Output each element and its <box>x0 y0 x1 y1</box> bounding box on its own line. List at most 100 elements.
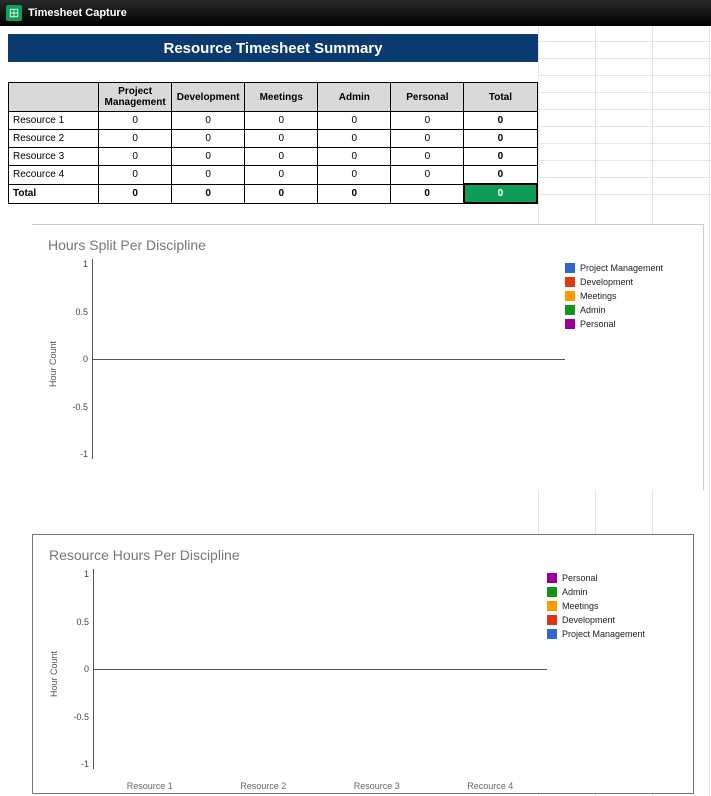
legend-swatch-icon <box>547 615 557 625</box>
legend-label: Personal <box>580 319 616 329</box>
row-header[interactable]: Recource 4 <box>9 166 99 185</box>
cell[interactable]: 0 <box>99 112 172 130</box>
cell[interactable]: 0 <box>245 148 318 166</box>
chart-legend: Personal Admin Meetings Development Project … <box>547 569 677 779</box>
legend-label: Personal <box>562 573 598 583</box>
cell[interactable]: 0 <box>318 130 391 148</box>
totals-label[interactable]: Total <box>9 184 99 203</box>
legend-item: Admin <box>565 305 695 315</box>
legend-item: Development <box>565 277 695 287</box>
legend-label: Development <box>580 277 633 287</box>
col-header[interactable]: Meetings <box>245 83 318 112</box>
totals-cell[interactable]: 0 <box>318 184 391 203</box>
zero-line <box>93 359 565 360</box>
cell[interactable]: 0 <box>99 130 172 148</box>
table-header-row: Project Management Development Meetings … <box>9 83 538 112</box>
cell[interactable]: 0 <box>318 112 391 130</box>
cell[interactable]: 0 <box>391 130 464 148</box>
cell[interactable]: 0 <box>172 166 245 185</box>
chart-title: Hours Split Per Discipline <box>48 237 695 253</box>
y-axis-label: Hour Count <box>49 569 63 779</box>
chart-hours-split[interactable]: Hours Split Per Discipline Hour Count 1 … <box>32 224 704 490</box>
zero-line <box>94 669 547 670</box>
cell[interactable]: 0 <box>99 166 172 185</box>
row-header[interactable]: Resource 3 <box>9 148 99 166</box>
cell[interactable]: 0 <box>391 166 464 185</box>
chart-legend: Project Management Development Meetings Adm… <box>565 259 695 469</box>
legend-swatch-icon <box>565 277 575 287</box>
plot-area <box>92 259 565 459</box>
chart-resource-hours[interactable]: Resource Hours Per Discipline Hour Count… <box>32 534 694 794</box>
col-header[interactable]: Project Management <box>99 83 172 112</box>
legend-item: Admin <box>547 587 677 597</box>
legend-label: Admin <box>580 305 606 315</box>
legend-label: Project Management <box>562 629 645 639</box>
row-total[interactable]: 0 <box>464 112 537 130</box>
table-row[interactable]: Recource 4000000 <box>9 166 538 185</box>
legend-item: Project Management <box>565 263 695 273</box>
totals-cell[interactable]: 0 <box>99 184 172 203</box>
row-header[interactable]: Resource 2 <box>9 130 99 148</box>
col-header[interactable]: Development <box>172 83 245 112</box>
summary-title: Resource Timesheet Summary <box>8 34 538 62</box>
col-header-total[interactable]: Total <box>464 83 537 112</box>
legend-swatch-icon <box>565 263 575 273</box>
x-tick-label: Resource 1 <box>127 781 173 791</box>
totals-cell[interactable]: 0 <box>245 184 318 203</box>
legend-swatch-icon <box>547 601 557 611</box>
row-total[interactable]: 0 <box>464 148 537 166</box>
legend-item: Personal <box>547 573 677 583</box>
cell[interactable]: 0 <box>391 112 464 130</box>
spreadsheet-area[interactable]: Resource Timesheet Summary Project Manag… <box>0 26 711 796</box>
legend-label: Project Management <box>580 263 663 273</box>
y-ticks: 1 0.5 0 -0.5 -1 <box>63 569 93 769</box>
cell[interactable]: 0 <box>318 148 391 166</box>
legend-swatch-icon <box>565 291 575 301</box>
legend-item: Development <box>547 615 677 625</box>
chart-title: Resource Hours Per Discipline <box>49 547 677 563</box>
legend-item: Meetings <box>547 601 677 611</box>
col-header[interactable]: Admin <box>318 83 391 112</box>
row-total[interactable]: 0 <box>464 130 537 148</box>
legend-swatch-icon <box>565 319 575 329</box>
x-tick-label: Resource 3 <box>354 781 400 791</box>
y-axis-label: Hour Count <box>48 259 62 469</box>
legend-item: Personal <box>565 319 695 329</box>
y-ticks: 1 0.5 0 -0.5 -1 <box>62 259 92 459</box>
cell[interactable]: 0 <box>172 148 245 166</box>
legend-label: Admin <box>562 587 588 597</box>
legend-label: Development <box>562 615 615 625</box>
timesheet-table[interactable]: Project Management Development Meetings … <box>8 82 538 204</box>
row-header[interactable]: Resource 1 <box>9 112 99 130</box>
sheets-icon <box>6 5 22 21</box>
cell[interactable]: 0 <box>172 112 245 130</box>
cell[interactable]: 0 <box>99 148 172 166</box>
legend-item: Project Management <box>547 629 677 639</box>
cell[interactable]: 0 <box>245 166 318 185</box>
table-row[interactable]: Resource 3000000 <box>9 148 538 166</box>
legend-label: Meetings <box>580 291 617 301</box>
legend-swatch-icon <box>547 587 557 597</box>
plot-area <box>93 569 547 769</box>
cell[interactable]: 0 <box>391 148 464 166</box>
totals-row[interactable]: Total000000 <box>9 184 538 203</box>
cell[interactable]: 0 <box>318 166 391 185</box>
row-total[interactable]: 0 <box>464 166 537 185</box>
col-header[interactable]: Personal <box>391 83 464 112</box>
legend-item: Meetings <box>565 291 695 301</box>
table-row[interactable]: Resource 1000000 <box>9 112 538 130</box>
cell[interactable]: 0 <box>245 112 318 130</box>
legend-swatch-icon <box>547 629 557 639</box>
totals-cell[interactable]: 0 <box>391 184 464 203</box>
x-tick-label: Resource 2 <box>240 781 286 791</box>
cell[interactable]: 0 <box>172 130 245 148</box>
grand-total[interactable]: 0 <box>464 184 537 203</box>
totals-cell[interactable]: 0 <box>172 184 245 203</box>
table-row[interactable]: Resource 2000000 <box>9 130 538 148</box>
x-tick-label: Recource 4 <box>467 781 513 791</box>
title-bar: Timesheet Capture <box>0 0 711 26</box>
legend-swatch-icon <box>565 305 575 315</box>
cell[interactable]: 0 <box>245 130 318 148</box>
document-title[interactable]: Timesheet Capture <box>28 7 127 19</box>
legend-swatch-icon <box>547 573 557 583</box>
